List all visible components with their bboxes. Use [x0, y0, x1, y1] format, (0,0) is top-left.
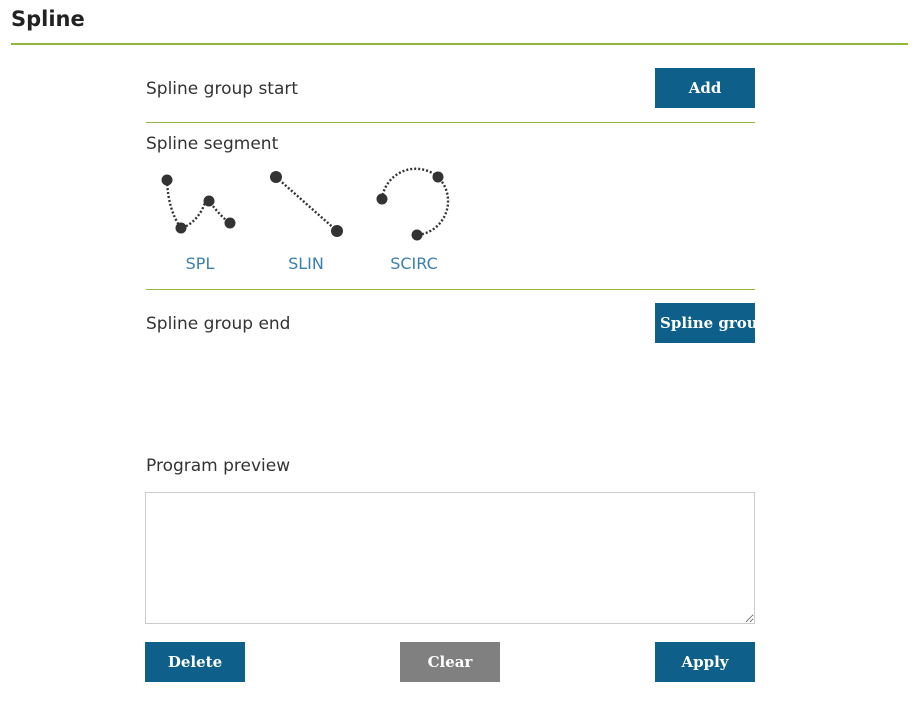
segment-scirc-button[interactable]: SCIRC — [369, 165, 459, 277]
spline-panel: Spline Spline group start Add Spline seg… — [0, 0, 919, 717]
group-start-label: Spline group start — [146, 79, 299, 99]
segment-slin-label: SLIN — [288, 254, 324, 273]
add-button[interactable]: Add — [655, 68, 755, 108]
apply-button[interactable]: Apply — [655, 642, 755, 682]
spline-group-end-button[interactable]: Spline group end — [655, 303, 755, 343]
segment-label: Spline segment — [146, 134, 279, 154]
scirc-arc-icon — [376, 167, 450, 241]
delete-button[interactable]: Delete — [145, 642, 245, 682]
program-preview-label: Program preview — [146, 456, 291, 476]
program-preview-textarea[interactable] — [145, 492, 755, 624]
clear-button[interactable]: Clear — [400, 642, 500, 682]
title-divider — [11, 43, 908, 45]
segment-slin-button[interactable]: SLIN — [261, 165, 351, 277]
group-end-label: Spline group end — [146, 314, 291, 334]
slin-line-icon — [270, 171, 343, 237]
segment-spl-button[interactable]: SPL — [155, 165, 245, 277]
section-divider — [146, 122, 755, 123]
section-divider — [146, 289, 755, 290]
spl-curve-icon — [161, 174, 236, 234]
segment-scirc-label: SCIRC — [390, 254, 438, 273]
page-title: Spline — [11, 7, 85, 31]
segment-spl-label: SPL — [185, 254, 215, 273]
